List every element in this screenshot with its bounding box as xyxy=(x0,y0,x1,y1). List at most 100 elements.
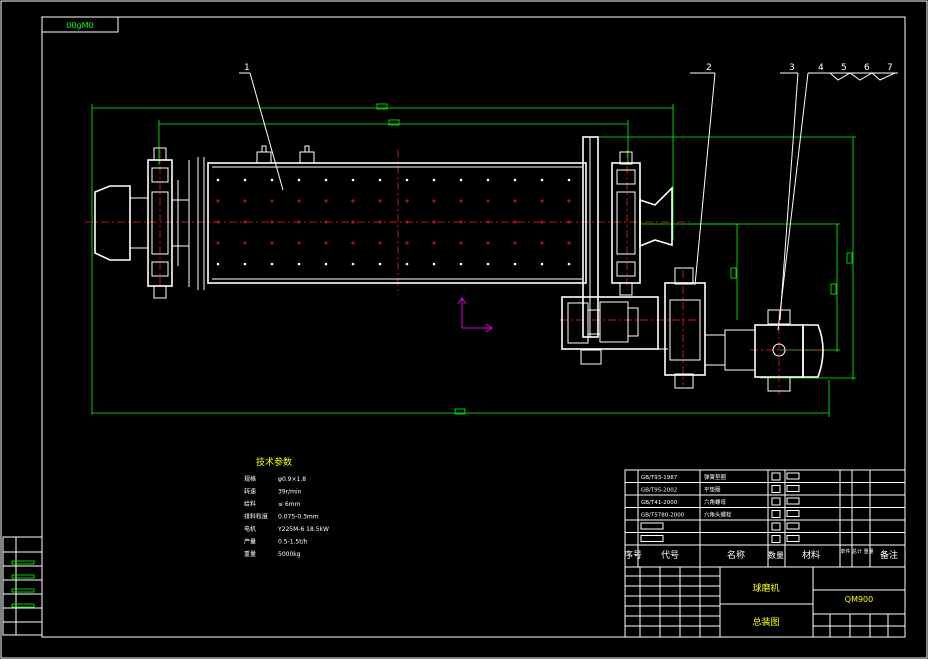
part-qty-box xyxy=(771,522,781,531)
part-code-box xyxy=(640,535,664,542)
bolt-mark xyxy=(297,199,301,203)
bolt-mark xyxy=(216,241,220,245)
bolt-dot xyxy=(513,262,517,266)
bolt-mark xyxy=(351,241,355,245)
bolt-dot xyxy=(351,178,355,182)
tech-param-value: φ0.9×1.8 xyxy=(278,476,306,483)
bolt-dot xyxy=(297,178,301,182)
part-code: GB/T41-2000 xyxy=(641,500,678,506)
bolt-mark xyxy=(486,199,490,203)
reducer xyxy=(664,267,756,389)
bolt-mark xyxy=(432,220,436,224)
bolt-dot xyxy=(513,178,517,182)
bolt-mark xyxy=(324,241,328,245)
bolt-dot xyxy=(297,262,301,266)
bolt-mark xyxy=(243,199,247,203)
bolt-dot xyxy=(432,262,436,266)
bolt-mark xyxy=(324,199,328,203)
part-code: GB/T93-1987 xyxy=(641,475,678,481)
title-block: GB/T93-1987 弹簧垫圈 GB/T95-2002 平垫圈 GB/T41-2000… xyxy=(624,469,906,638)
hdr-material: 材料 xyxy=(802,549,820,561)
part-material-box xyxy=(786,472,800,480)
tech-param-label: 重量 xyxy=(244,550,256,558)
part-name: 六角螺母 xyxy=(704,498,727,506)
bolt-dot xyxy=(216,178,220,182)
part-material-box xyxy=(786,485,800,492)
part-code-box xyxy=(640,522,664,530)
bolt-mark xyxy=(324,220,328,224)
part-qty-box xyxy=(771,472,781,481)
bolt-dot xyxy=(432,178,436,182)
bolt-dot xyxy=(540,178,544,182)
bolt-mark xyxy=(459,241,463,245)
bolt-mark xyxy=(405,241,409,245)
discharge-bearing xyxy=(611,151,673,296)
bolt-mark xyxy=(270,220,274,224)
bolt-mark xyxy=(540,241,544,245)
bolt-mark xyxy=(486,241,490,245)
motor xyxy=(754,309,824,392)
hdr-no: 序号 xyxy=(624,549,642,561)
bolt-dot xyxy=(486,178,490,182)
bolt-mark xyxy=(432,199,436,203)
callout-2: 2 xyxy=(706,63,712,73)
pinion-assembly xyxy=(561,296,668,365)
bolt-dot xyxy=(351,262,355,266)
bolt-mark xyxy=(270,241,274,245)
centerlines xyxy=(85,150,830,395)
bolt-mark xyxy=(270,199,274,203)
bolt-mark xyxy=(378,199,382,203)
bolt-dot xyxy=(540,262,544,266)
bolt-dot xyxy=(567,262,571,266)
bolt-dot xyxy=(324,262,328,266)
part-qty-box xyxy=(771,497,781,506)
bolt-mark xyxy=(297,241,301,245)
tech-param-value: 0.075-0.3mm xyxy=(278,514,319,521)
hdr-name: 名称 xyxy=(727,549,745,561)
drawing-name: 总装图 xyxy=(752,616,779,628)
bolt-dot xyxy=(378,178,382,182)
tech-param-label: 给料 xyxy=(244,500,256,508)
bolt-mark xyxy=(405,220,409,224)
part-qty-box xyxy=(771,535,781,543)
tech-params-title: 技术参数 xyxy=(256,456,292,468)
bolt-mark xyxy=(540,199,544,203)
part-qty-box xyxy=(771,485,781,493)
bolt-mark xyxy=(378,220,382,224)
part-material-box xyxy=(786,510,800,517)
bolt-mark xyxy=(351,199,355,203)
tech-param-label: 规格 xyxy=(244,475,256,483)
drawing-code: QM900 xyxy=(845,595,873,604)
tech-param-label: 排料粒度 xyxy=(244,513,268,521)
mill-drum xyxy=(188,157,591,290)
bolt-mark xyxy=(567,199,571,203)
drawing-canvas: 00ɡM0 1 2 3 4 5 6 7 技术参数 规格 φ0.9×1.8转速 3… xyxy=(0,0,928,659)
part-qty-box xyxy=(771,510,781,518)
part-material-box xyxy=(786,535,800,542)
tech-param-value: 5000kg xyxy=(278,551,301,558)
manholes xyxy=(256,145,315,164)
part-name: 平垫圈 xyxy=(704,486,721,494)
inner-border xyxy=(41,16,906,638)
bolt-mark xyxy=(567,220,571,224)
bolt-dot xyxy=(405,178,409,182)
bolt-mark xyxy=(513,241,517,245)
hdr-weight: 单件 总计 重量 xyxy=(840,548,873,555)
bolt-dot xyxy=(405,262,409,266)
tech-param-label: 产量 xyxy=(244,538,256,546)
bolt-dot xyxy=(216,262,220,266)
tech-param-value: 0.5-1.5t/h xyxy=(278,539,308,546)
product-name: 球磨机 xyxy=(752,582,779,594)
callout-1: 1 xyxy=(244,63,250,73)
bolt-dot xyxy=(270,178,274,182)
top-drawing-code: 00ɡM0 xyxy=(66,21,93,30)
part-material-box xyxy=(786,522,800,530)
bolt-dot xyxy=(378,262,382,266)
bolt-mark xyxy=(459,220,463,224)
bolt-mark xyxy=(486,220,490,224)
left-binding-strip xyxy=(2,536,43,636)
bolt-mark xyxy=(243,220,247,224)
bolt-mark xyxy=(216,220,220,224)
bolt-dot xyxy=(459,178,463,182)
feed-bearing xyxy=(94,147,190,299)
